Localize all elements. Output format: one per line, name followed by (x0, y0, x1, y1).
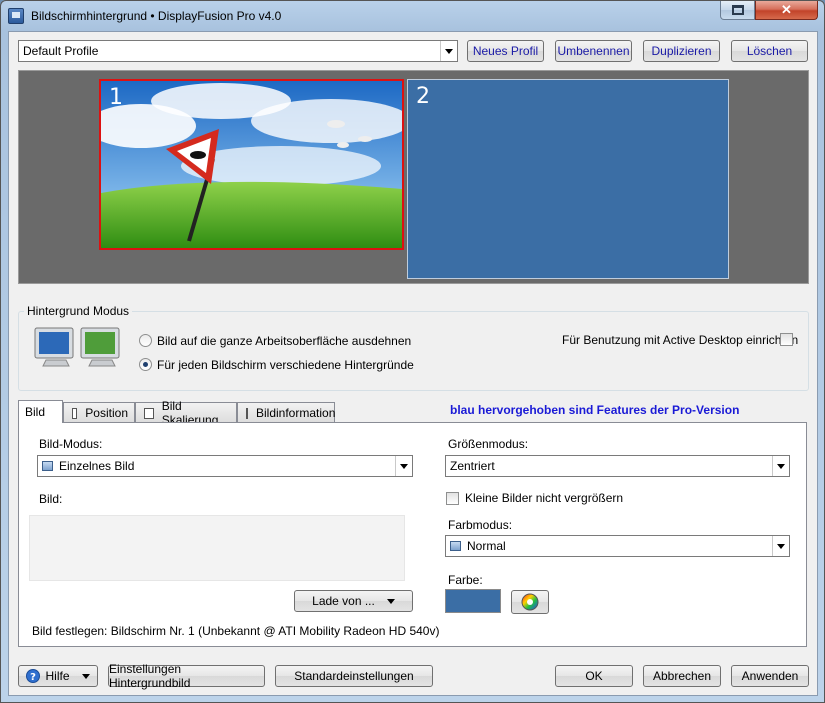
image-mode-select[interactable]: Einzelnes Bild (37, 455, 413, 477)
profile-select[interactable]: Default Profile (18, 40, 458, 62)
monitors-icon (34, 327, 120, 367)
app-icon (8, 8, 24, 24)
defaults-button[interactable]: Standardeinstellungen (275, 665, 433, 687)
help-label: Hilfe (45, 669, 70, 683)
radio-each-monitor-label: Für jeden Bildschirm verschiedene Hinter… (157, 358, 414, 372)
tab-bild-label: Bild (25, 405, 46, 419)
tab-position-checkbox[interactable] (72, 407, 78, 419)
load-from-label: Lade von ... (312, 594, 375, 608)
chevron-down-icon (772, 456, 789, 476)
image-mode-icon (42, 461, 53, 471)
close-button[interactable]: ✕ (755, 1, 818, 20)
chevron-down-icon (772, 536, 789, 556)
radio-each-monitor[interactable] (139, 358, 152, 371)
close-icon: ✕ (781, 2, 792, 17)
tab-bild[interactable]: Bild (18, 400, 63, 423)
image-status-text: Bild festlegen: Bildschirm Nr. 1 (Unbeka… (32, 624, 440, 638)
window-title: Bildschirmhintergrund • DisplayFusion Pr… (31, 9, 282, 23)
background-mode-group (18, 311, 809, 391)
monitor-1-number: 1 (109, 85, 123, 110)
help-button[interactable]: ? Hilfe (18, 665, 98, 687)
monitor-preview: 1 2 (18, 70, 809, 284)
size-mode-select[interactable]: Zentriert (445, 455, 790, 477)
radio-stretch-desktop-label: Bild auf die ganze Arbeitsoberfläche aus… (157, 334, 412, 348)
chevron-down-icon (386, 598, 395, 604)
monitor-1[interactable]: 1 (99, 79, 404, 250)
color-mode-label: Farbmodus: (448, 518, 513, 532)
rename-profile-button[interactable]: Umbenennen (555, 40, 632, 62)
wallpaper-thumbnail (101, 81, 402, 248)
color-picker-button[interactable] (511, 590, 549, 614)
restore-icon (731, 5, 744, 15)
no-enlarge-checkbox[interactable] (446, 492, 459, 505)
title-bar[interactable]: Bildschirmhintergrund • DisplayFusion Pr… (1, 1, 824, 31)
image-preview-box[interactable] (29, 515, 405, 581)
duplicate-profile-button[interactable]: Duplizieren (643, 40, 720, 62)
background-mode-legend: Hintergrund Modus (24, 304, 133, 318)
svg-text:?: ? (31, 672, 37, 683)
size-mode-label: Größenmodus: (448, 437, 529, 451)
active-desktop-label: Für Benutzung mit Active Desktop einrich… (562, 333, 799, 347)
profile-select-value: Default Profile (23, 44, 99, 58)
tab-image-info-label: Bildinformation (256, 406, 336, 420)
color-mode-select[interactable]: Normal (445, 535, 790, 557)
tab-position-label: Position (85, 406, 128, 420)
color-wheel-icon (521, 593, 539, 611)
active-desktop-checkbox[interactable] (780, 333, 793, 346)
tab-image-scaling[interactable]: Bild Skalierung (135, 399, 237, 427)
cancel-button[interactable]: Abbrechen (643, 665, 721, 687)
tab-image-scaling-checkbox[interactable] (144, 407, 154, 419)
color-mode-value: Normal (467, 539, 506, 553)
image-mode-label: Bild-Modus: (39, 437, 103, 451)
wallpaper-settings-button[interactable]: Einstellungen Hintergrundbild (108, 662, 265, 690)
new-profile-button[interactable]: Neues Profil (467, 40, 544, 62)
chevron-down-icon (440, 41, 457, 61)
color-mode-icon (450, 541, 461, 551)
color-label: Farbe: (448, 573, 483, 587)
tab-image-info-checkbox[interactable] (246, 407, 248, 419)
chevron-down-icon (81, 673, 90, 679)
restore-button[interactable] (720, 1, 755, 20)
dialog-client: Default Profile Neues Profil Umbenennen … (8, 31, 818, 696)
monitor-2[interactable]: 2 (407, 79, 729, 279)
size-mode-value: Zentriert (450, 459, 495, 473)
app-window: Bildschirmhintergrund • DisplayFusion Pr… (0, 0, 825, 703)
color-swatch[interactable] (445, 589, 501, 613)
ok-button[interactable]: OK (555, 665, 633, 687)
no-enlarge-label: Kleine Bilder nicht vergrößern (465, 491, 624, 505)
delete-profile-button[interactable]: Löschen (731, 40, 808, 62)
tab-position[interactable]: Position (63, 402, 135, 423)
apply-button[interactable]: Anwenden (731, 665, 809, 687)
help-icon: ? (26, 669, 41, 683)
monitor-2-number: 2 (416, 84, 430, 109)
radio-stretch-desktop[interactable] (139, 334, 152, 347)
image-mode-value: Einzelnes Bild (59, 459, 135, 473)
chevron-down-icon (395, 456, 412, 476)
pro-version-note: blau hervorgehoben sind Features der Pro… (450, 403, 740, 417)
tab-image-info[interactable]: Bildinformation (237, 402, 335, 423)
image-label: Bild: (39, 492, 63, 506)
load-from-button[interactable]: Lade von ... (294, 590, 413, 612)
